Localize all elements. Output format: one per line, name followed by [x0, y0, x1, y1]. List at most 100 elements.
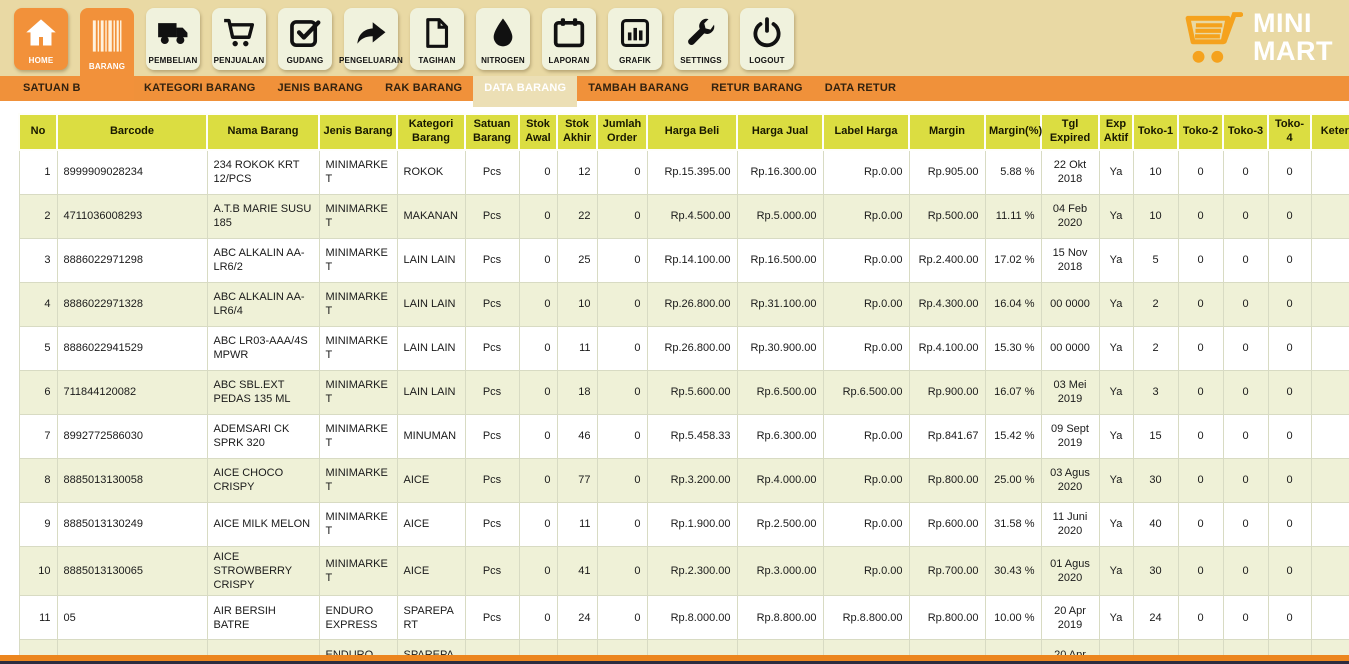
table-cell: Ya — [1099, 502, 1133, 546]
toolbar-button-label: NITROGEN — [481, 56, 525, 65]
table-cell: 18 — [557, 370, 597, 414]
table-cell: 0 — [1223, 282, 1268, 326]
toolbar-button-gudang[interactable]: GUDANG — [278, 8, 332, 70]
table-cell: Pcs — [465, 458, 519, 502]
table-cell: 31.58 % — [985, 502, 1041, 546]
table-cell: 30.43 % — [985, 546, 1041, 596]
checkbox-icon — [287, 15, 323, 51]
table-cell: Pcs — [465, 546, 519, 596]
table-cell: Rp.2.500.00 — [737, 502, 823, 546]
barcode-icon — [89, 18, 125, 54]
table-row[interactable]: 48886022971328ABC ALKALIN AA-LR6/4MINIMA… — [19, 282, 1349, 326]
table-cell: Rp.0.00 — [823, 238, 909, 282]
table-cell: 8885013130249 — [57, 502, 207, 546]
table-cell: 10 — [557, 282, 597, 326]
table-cell: Rp.0.00 — [823, 414, 909, 458]
column-header: Margin(%) — [985, 114, 1041, 150]
toolbar-button-label: TAGIHAN — [418, 56, 455, 65]
wrench-icon — [683, 15, 719, 51]
table-cell: 0 — [1268, 370, 1311, 414]
table-row[interactable]: 24711036008293A.T.B MARIE SUSU 185MINIMA… — [19, 194, 1349, 238]
table-cell: 12 — [557, 150, 597, 194]
table-row[interactable]: 108885013130065AICE STROWBERRY CRISPYMIN… — [19, 546, 1349, 596]
table-cell: Ya — [1099, 546, 1133, 596]
calendar-icon — [551, 15, 587, 51]
column-header: Barcode — [57, 114, 207, 150]
table-cell: 5.88 % — [985, 150, 1041, 194]
table-cell: 24 — [557, 596, 597, 640]
table-cell: 0 — [1223, 596, 1268, 640]
table-cell: Rp.4.100.00 — [909, 326, 985, 370]
table-cell: 15.30 % — [985, 326, 1041, 370]
table-cell: 0 — [1223, 238, 1268, 282]
toolbar-button-grafik[interactable]: GRAFIK — [608, 8, 662, 70]
table-cell: 0 — [597, 282, 647, 326]
table-cell: Rp.16.300.00 — [737, 150, 823, 194]
table-cell: 0 — [1268, 596, 1311, 640]
table-cell: Ya — [1099, 150, 1133, 194]
table-cell: 10.00 % — [985, 596, 1041, 640]
table-cell: 01 Agus 2020 — [1041, 546, 1099, 596]
toolbar-button-barang[interactable]: BARANG — [80, 8, 134, 101]
table-cell: 0 — [1268, 458, 1311, 502]
table-cell: 0 — [1178, 150, 1223, 194]
table-cell: A.T.B MARIE SUSU 185 — [207, 194, 319, 238]
toolbar-button-tagihan[interactable]: TAGIHAN — [410, 8, 464, 70]
toolbar-button-laporan[interactable]: LAPORAN — [542, 8, 596, 70]
table-cell: Rp.0.00 — [823, 326, 909, 370]
table-cell: 03 Mei 2019 — [1041, 370, 1099, 414]
table-cell: 0 — [1268, 326, 1311, 370]
toolbar-button-label: PEMBELIAN — [149, 56, 198, 65]
table-row[interactable]: 38886022971298ABC ALKALIN AA-LR6/2MINIMA… — [19, 238, 1349, 282]
table-row[interactable]: 18999909028234234 ROKOK KRT 12/PCSMINIMA… — [19, 150, 1349, 194]
table-cell: 0 — [1178, 370, 1223, 414]
table-cell: 77 — [557, 458, 597, 502]
subnav-item-data-retur[interactable]: DATA RETUR — [814, 76, 907, 101]
cart-icon — [221, 15, 257, 51]
table-cell: Rp.26.800.00 — [647, 326, 737, 370]
table-cell — [1311, 282, 1349, 326]
table-cell: Rp.6.500.00 — [823, 370, 909, 414]
toolbar-button-settings[interactable]: SETTINGS — [674, 8, 728, 70]
table-cell: MINIMARKET — [319, 238, 397, 282]
table-cell: Rp.6.300.00 — [737, 414, 823, 458]
table-cell: ABC SBL.EXT PEDAS 135 ML — [207, 370, 319, 414]
table-cell: Rp.900.00 — [909, 370, 985, 414]
table-cell: 0 — [1268, 546, 1311, 596]
table-row[interactable]: 1105AIR BERSIH BATREENDURO EXPRESSSPAREP… — [19, 596, 1349, 640]
toolbar-button-logout[interactable]: LOGOUT — [740, 8, 794, 70]
toolbar-button-pengeluaran[interactable]: PENGELUARAN — [344, 8, 398, 70]
table-cell: 0 — [1178, 238, 1223, 282]
table-cell: 711844120082 — [57, 370, 207, 414]
table-cell: Rp.3.200.00 — [647, 458, 737, 502]
table-cell: Rp.26.800.00 — [647, 282, 737, 326]
table-cell: 0 — [519, 458, 557, 502]
table-cell: Rp.8.000.00 — [647, 596, 737, 640]
table-row[interactable]: 88885013130058AICE CHOCO CRISPYMINIMARKE… — [19, 458, 1349, 502]
column-header: Harga Jual — [737, 114, 823, 150]
brand-line2: MART — [1253, 37, 1333, 65]
table-cell: Rp.800.00 — [909, 458, 985, 502]
table-row[interactable]: 58886022941529ABC LR03-AAA/4S MPWRMINIMA… — [19, 326, 1349, 370]
table-cell: MINIMARKET — [319, 150, 397, 194]
toolbar-button-pembelian[interactable]: PEMBELIAN — [146, 8, 200, 70]
toolbar-button-nitrogen[interactable]: NITROGEN — [476, 8, 530, 70]
table-cell: Ya — [1099, 194, 1133, 238]
table-row[interactable]: 6711844120082ABC SBL.EXT PEDAS 135 MLMIN… — [19, 370, 1349, 414]
toolbar-button-home[interactable]: HOME — [14, 8, 68, 70]
table-cell: AICE — [397, 502, 465, 546]
table-cell: Rp.0.00 — [823, 194, 909, 238]
table-cell: 2 — [19, 194, 57, 238]
table-cell: 0 — [1223, 326, 1268, 370]
table-cell: Rp.0.00 — [823, 502, 909, 546]
toolbar-button-penjualan[interactable]: PENJUALAN — [212, 8, 266, 70]
table-cell: 04 Feb 2020 — [1041, 194, 1099, 238]
table-cell: MINIMARKET — [319, 282, 397, 326]
table-cell: 0 — [597, 458, 647, 502]
table-cell: Rp.14.100.00 — [647, 238, 737, 282]
table-cell: Pcs — [465, 414, 519, 458]
horizontal-scrollbar[interactable] — [0, 655, 1349, 664]
toolbar-button-label: PENGELUARAN — [339, 56, 403, 65]
table-row[interactable]: 98885013130249AICE MILK MELONMINIMARKETA… — [19, 502, 1349, 546]
table-row[interactable]: 78992772586030ADEMSARI CK SPRK 320MINIMA… — [19, 414, 1349, 458]
